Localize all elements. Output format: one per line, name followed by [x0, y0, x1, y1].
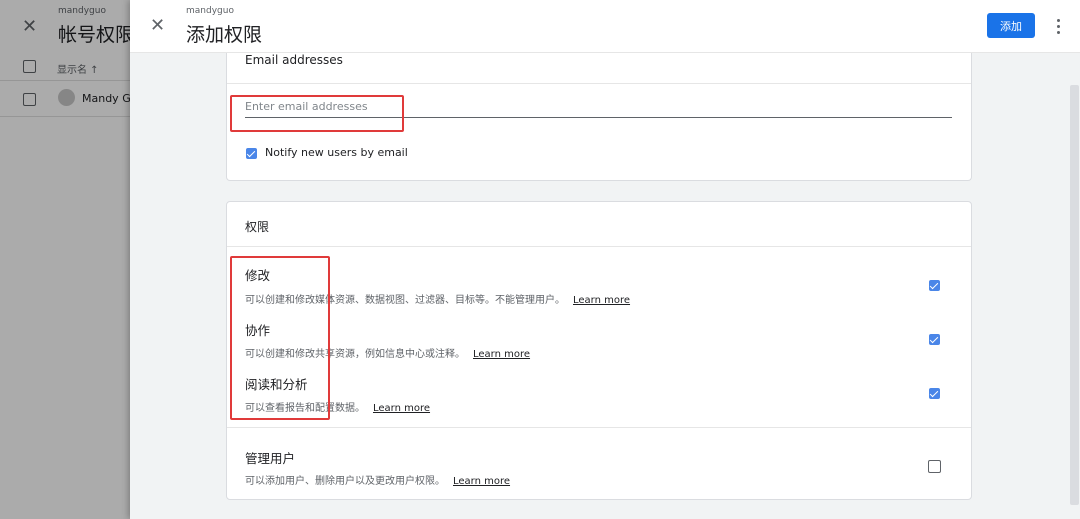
learn-more-link[interactable]: Learn more — [573, 295, 630, 306]
divider — [227, 246, 971, 247]
permissions-card: 权限 修改 可以创建和修改媒体资源、数据视图、过滤器、目标等。不能管理用户。 Le… — [226, 201, 972, 500]
learn-more-link[interactable]: Learn more — [473, 349, 530, 360]
dialog-account-name: mandyguo — [186, 6, 234, 16]
permissions-card-title: 权限 — [245, 220, 270, 234]
dialog-content: Email addresses Notify new users by emai… — [130, 53, 1080, 519]
permission-title-manage-users: 管理用户 — [245, 451, 296, 466]
permission-checkbox-read-analyze[interactable] — [929, 388, 940, 399]
notify-checkbox[interactable] — [246, 148, 257, 159]
permission-checkbox-manage-users[interactable] — [928, 460, 941, 473]
notify-label: Notify new users by email — [265, 146, 408, 159]
learn-more-link[interactable]: Learn more — [373, 403, 430, 414]
permission-checkbox-edit[interactable] — [929, 280, 940, 291]
dialog-header: ✕ mandyguo 添加权限 添加 — [130, 0, 1080, 53]
add-permissions-dialog: ✕ mandyguo 添加权限 添加 Email addresses Notif… — [130, 0, 1080, 519]
dialog-title: 添加权限 — [186, 24, 263, 46]
permission-desc-manage-users: 可以添加用户、删除用户以及更改用户权限。 Learn more — [245, 476, 511, 487]
add-button[interactable]: 添加 — [987, 13, 1035, 38]
learn-more-link[interactable]: Learn more — [453, 476, 510, 487]
divider — [227, 427, 971, 428]
permission-checkbox-collaborate[interactable] — [929, 334, 940, 345]
divider — [227, 83, 971, 84]
close-icon[interactable]: ✕ — [150, 15, 165, 36]
more-vert-icon[interactable] — [1050, 13, 1066, 39]
highlight-box — [230, 256, 330, 420]
highlight-box — [230, 95, 404, 132]
email-card-title: Email addresses — [245, 53, 343, 67]
scrollbar[interactable] — [1070, 85, 1079, 505]
